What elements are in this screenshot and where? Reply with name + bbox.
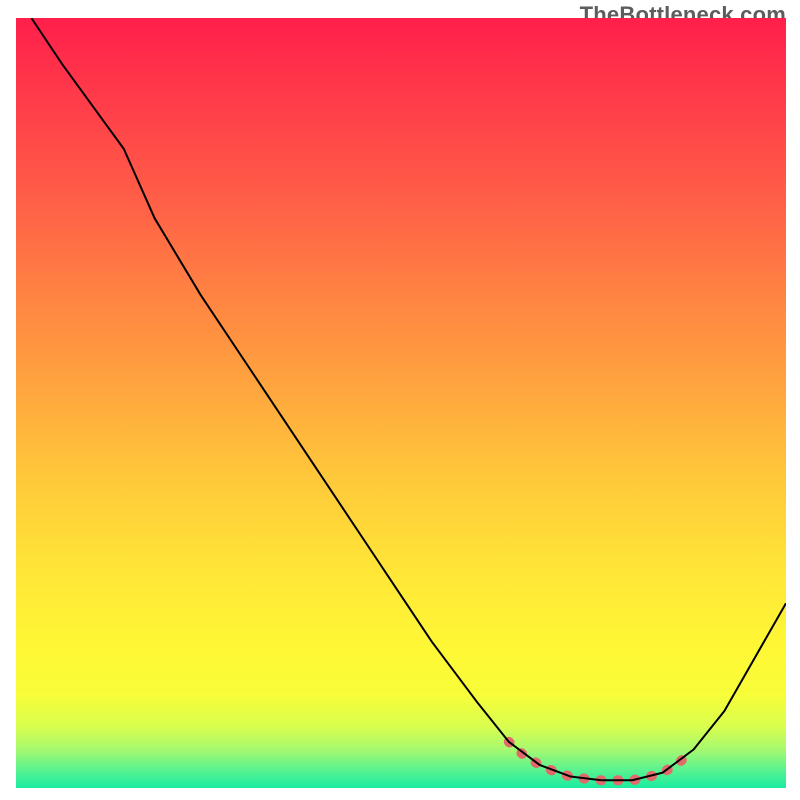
plot-area <box>16 18 786 788</box>
gradient-background <box>16 18 786 788</box>
chart-container: TheBottleneck.com <box>0 0 800 800</box>
chart-svg <box>16 18 786 788</box>
